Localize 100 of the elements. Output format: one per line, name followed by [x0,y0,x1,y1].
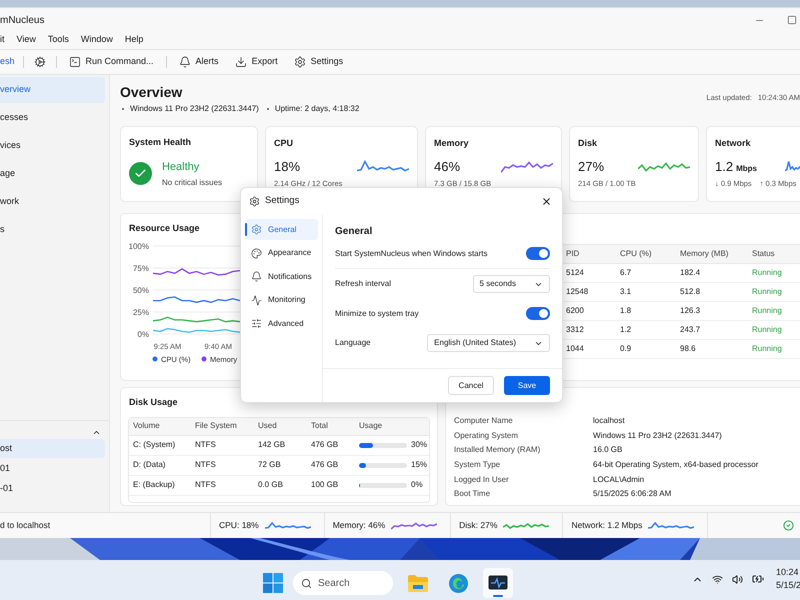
battery-icon[interactable] [752,573,764,585]
table-cell-text: 126.3 [680,305,702,317]
sidebar-item[interactable]: work [0,189,105,215]
server-item[interactable]: ost [0,439,105,458]
table-cell-text: NTFS [195,439,217,451]
sidebar-item[interactable]: age [0,161,105,187]
section-title: General [335,225,374,239]
status-metric: Memory: 46% [332,519,386,532]
usage-percent: 30% [411,439,428,451]
connection-status: d to localhost [0,519,52,532]
card-title: Disk [578,137,598,150]
table-cell-text: 72 GB [258,459,282,471]
menu-item[interactable]: Window [80,33,113,47]
menu-item[interactable]: View [16,33,36,47]
column-header[interactable]: File System [195,420,258,432]
table-cell-text: 182.4 [680,267,702,279]
sidebar-item[interactable]: verview [0,77,105,103]
info-label: Computer Name [454,415,514,428]
window-title: mNucleus [0,14,44,28]
settings-icon [249,196,260,207]
search-box[interactable]: Search [293,571,393,595]
option-label: Refresh interval [335,278,392,290]
sidebar-item[interactable]: s [0,217,105,243]
settings-nav-item[interactable]: Appearance [245,242,318,264]
status-text: Running [752,324,783,336]
column-header[interactable]: Usage [359,420,429,432]
wifi-icon[interactable] [712,574,723,584]
table-cell-text: 476 GB [311,439,340,451]
info-label: Logged In User [454,474,510,486]
server-item[interactable]: -01 [0,479,105,498]
toggle-switch[interactable] [526,307,550,320]
table-cell-text: 142 GB [258,439,286,451]
page-title: Overview [120,83,184,101]
clock-time[interactable]: 10:24 [776,566,800,579]
metric-value: 27% [578,158,604,176]
info-value: 5/15/2025 6:06:28 AM [593,488,672,500]
info-label: Installed Memory (RAM) [454,444,542,456]
table-cell-text: 243.7 [680,324,702,336]
column-header[interactable]: Volume [133,420,195,432]
close-icon [541,196,552,207]
download-icon [234,56,247,68]
dropdown[interactable]: English (United States) [427,334,550,352]
table-cell-text: 6200 [566,305,585,317]
metric-value: 18% [274,158,300,176]
table-cell-text: 98.6 [680,343,697,355]
column-header[interactable]: Status [752,248,800,260]
cancel-button[interactable]: Cancel [448,376,494,395]
terminal-icon [68,56,81,68]
toolbar-button[interactable]: Export [230,55,282,69]
column-header[interactable]: Total [311,420,359,432]
search-field[interactable]: Search [318,576,378,590]
cog-icon [34,56,46,68]
save-button[interactable]: Save [504,376,550,395]
metric-value: 46% [434,158,460,176]
menu-item[interactable]: Tools [48,33,69,47]
toolbar-button[interactable]: Settings [290,55,348,69]
table-cell-text: NTFS [195,479,217,491]
taskbar-app[interactable] [483,568,513,598]
menu-item[interactable]: it [0,33,4,47]
sidebar-item[interactable]: cesses [0,105,105,131]
status-metric: Disk: 27% [459,519,498,532]
sidebar-item[interactable]: vices [0,133,105,159]
card-title: CPU [274,137,294,150]
usage-percent: 15% [411,459,428,471]
volume-icon[interactable] [732,574,743,584]
usage-percent: 0% [411,479,423,491]
maximize-icon[interactable] [787,15,797,25]
menu-item[interactable]: Help [124,33,144,47]
toolbar-button[interactable]: Run Command... [64,55,158,69]
palette-icon [251,248,262,258]
column-header[interactable]: Used [258,420,311,432]
table-cell-text: 3.1 [620,286,632,298]
windows-logo-icon[interactable] [263,573,283,593]
dropdown[interactable]: 5 seconds [472,275,550,293]
axis-label: 50% [132,286,149,294]
column-header[interactable]: Memory (MB) [680,248,752,260]
info-text: Windows 11 Pro 23H2 (22631.3447) [130,103,259,115]
settings-nav-item[interactable]: Notifications [245,266,318,287]
settings-nav-item[interactable]: Monitoring [245,290,318,310]
axis-label: 0% [137,330,149,338]
settings-nav-item[interactable]: Advanced [245,313,318,334]
bell-icon [178,56,191,68]
check-circle-icon [783,520,794,531]
card-title: Disk Usage [129,396,179,409]
status-metric: Network: 1.2 Mbps [571,519,642,532]
status-text: Running [752,286,783,298]
toolbar-button[interactable]: Alerts [174,55,223,69]
toggle-switch[interactable] [526,247,550,260]
settings-nav-item[interactable]: General [245,219,318,240]
search-icon [301,578,312,588]
info-label: Boot Time [454,488,492,500]
column-header[interactable]: CPU (%) [620,248,680,260]
folder-icon [408,574,428,592]
info-value: LOCAL\Admin [593,474,646,486]
info-text: Uptime: 2 days, 4:18:32 [274,103,360,115]
toolbar-button[interactable]: esh [0,55,15,69]
status-text: Running [752,305,783,317]
column-header[interactable]: PID [566,248,620,260]
table-cell-text: 0.9 [620,343,632,355]
server-item[interactable]: 01 [0,459,105,478]
